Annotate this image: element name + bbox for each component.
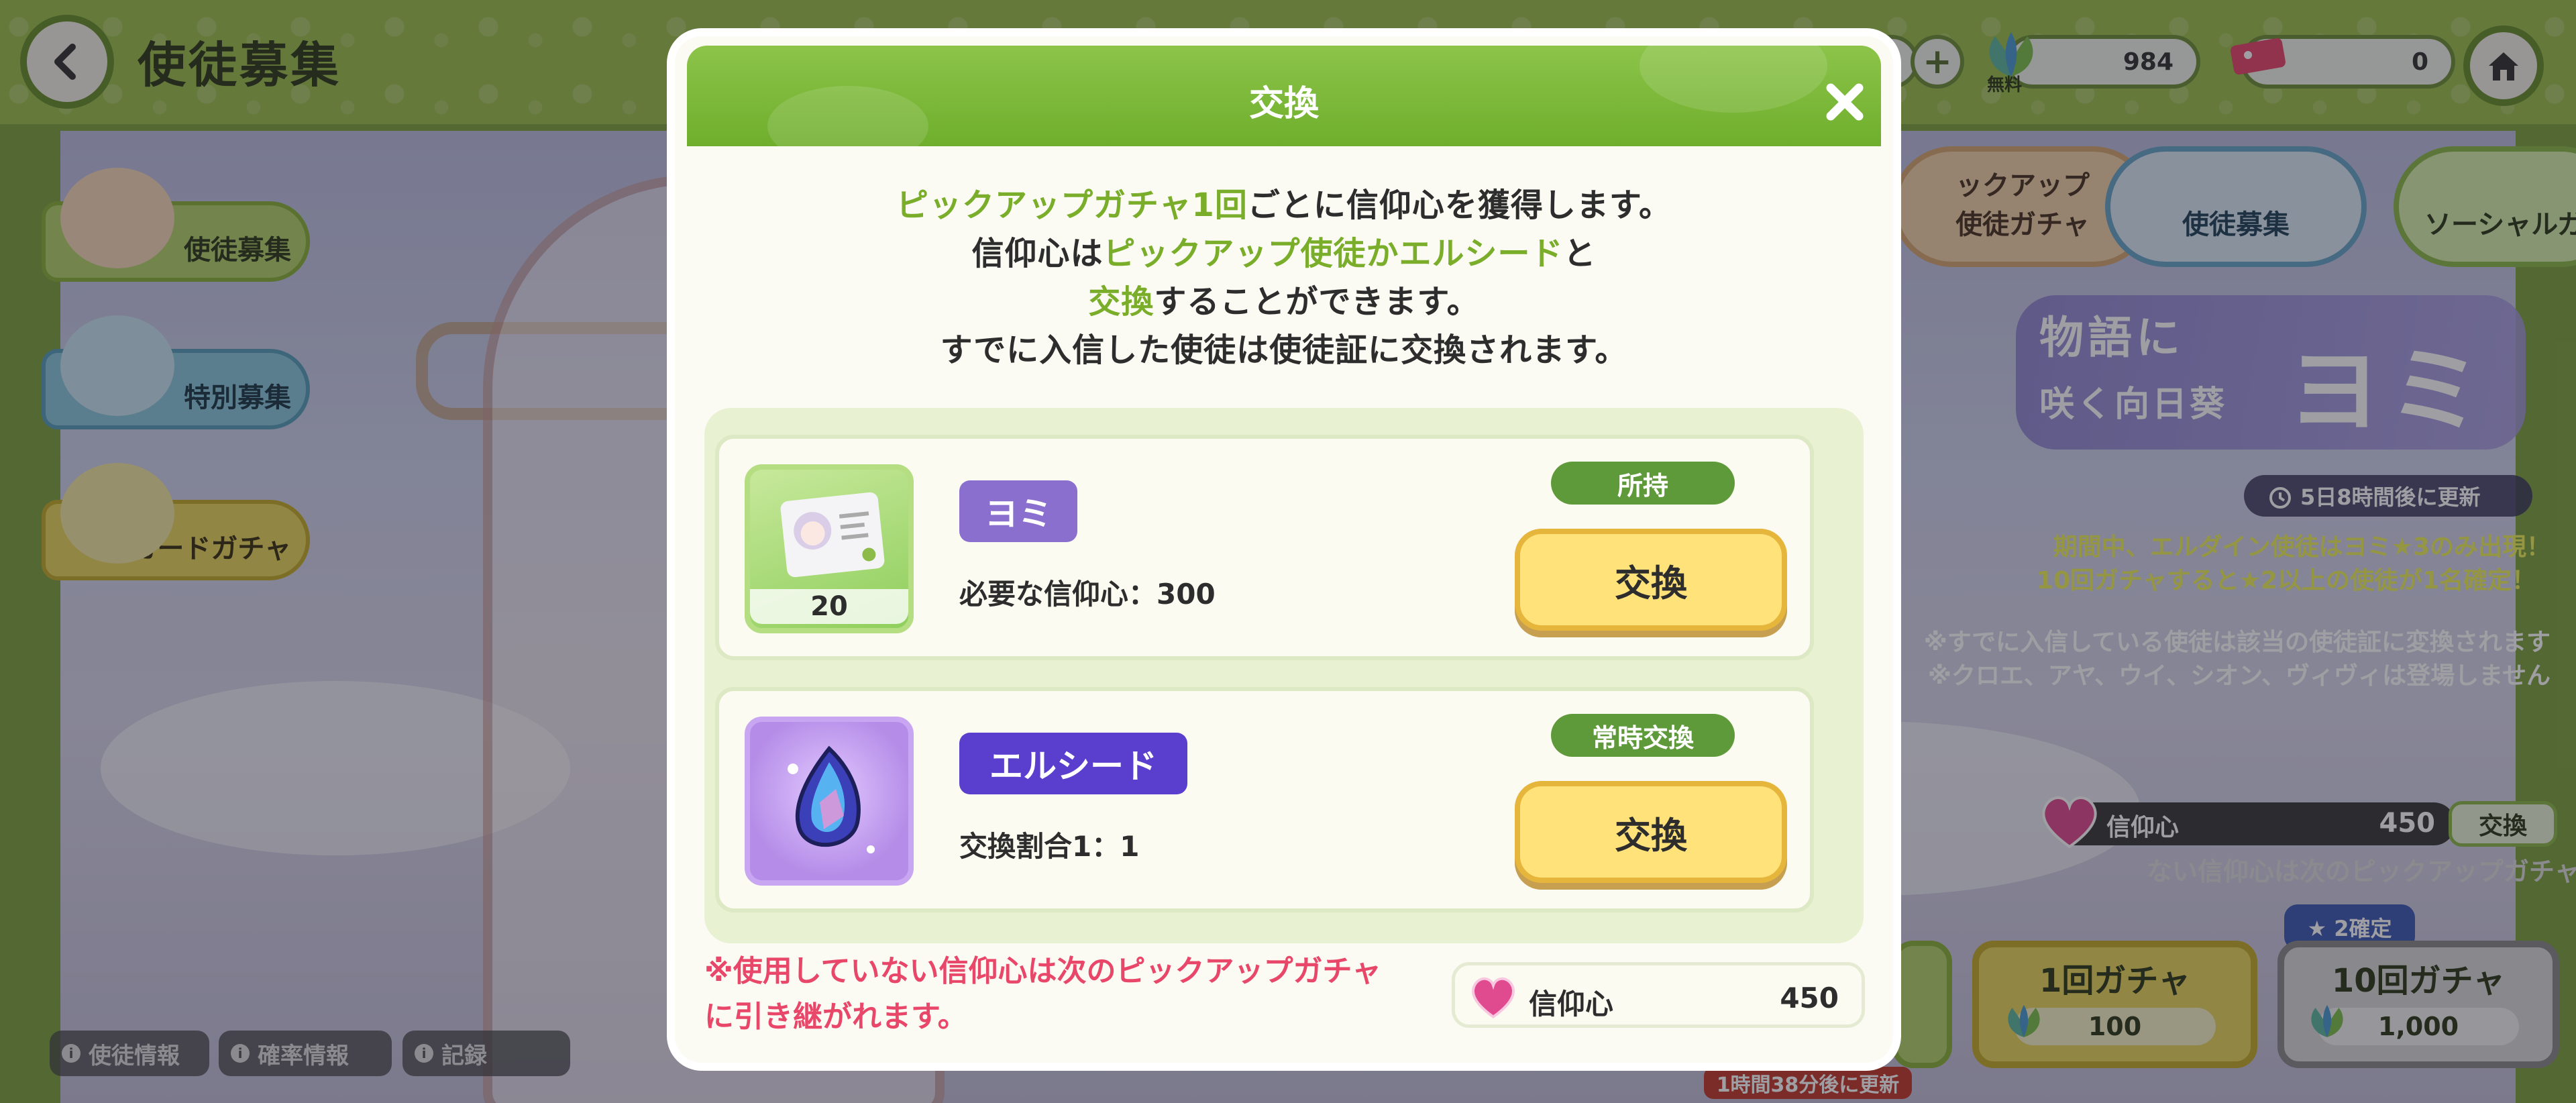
gem-icon xyxy=(745,717,914,886)
faith-balance: 信仰心 450 xyxy=(1452,962,1865,1028)
description-highlight: ピックアップガチャ1回 xyxy=(896,187,1248,224)
heart-icon xyxy=(1472,977,1515,1018)
faith-balance-label: 信仰心 xyxy=(1529,988,1614,1020)
modal-header: 交換 xyxy=(687,46,1881,146)
description-text: することができます。 xyxy=(1154,283,1480,321)
required-faith-text: 必要な信仰心：300 xyxy=(959,578,1216,611)
screen: 使徒募集 0 + 984 無料 0 使徒募集 特別募集 カードガチャ ックアップ… xyxy=(0,0,2576,1103)
item-name-tag: エルシード xyxy=(959,733,1187,794)
description-line: すでに入信した使徒は使徒証に交換されます。 xyxy=(940,331,1628,369)
close-button[interactable] xyxy=(1817,74,1873,130)
note-line: ※使用していない信仰心は次のピックアップガチャ xyxy=(704,954,1382,988)
carry-over-note: ※使用していない信仰心は次のピックアップガチャ に引き継がれます。 xyxy=(704,949,1442,1040)
description-line: ピックアップガチャ1回ごとに信仰心を獲得します。 xyxy=(675,178,1893,225)
apostle-card-image xyxy=(780,491,885,578)
faith-balance-value: 450 xyxy=(1780,982,1839,1014)
modal-title: 交換 xyxy=(1248,84,1319,124)
always-exchange-badge: 常時交換 xyxy=(1551,714,1735,757)
exchange-yomi-button[interactable]: 交換 xyxy=(1515,529,1787,631)
description-text: ごとに信仰心を獲得します。 xyxy=(1247,187,1672,224)
yomi-card-thumbnail: 20 xyxy=(745,464,914,633)
item-count: 20 xyxy=(750,589,908,624)
description-text: と xyxy=(1563,235,1597,272)
close-icon xyxy=(1826,83,1864,121)
exchange-item-yomi: 20 ヨミ 必要な信仰心：300 所持 交換 xyxy=(715,435,1814,660)
description-line: 交換することができます。 xyxy=(675,275,1893,322)
exchange-modal: 交換 ピックアップガチャ1回ごとに信仰心を獲得します。 信仰心はピックアップ使徒… xyxy=(675,36,1893,1063)
item-name-tag: ヨミ xyxy=(959,480,1077,542)
exchange-item-elseed: エルシード 交換割合1：1 常時交換 交換 xyxy=(715,687,1814,912)
description-line: 信仰心はピックアップ使徒かエルシードと xyxy=(675,227,1893,274)
exchange-elseed-button[interactable]: 交換 xyxy=(1515,781,1787,883)
owned-status-badge: 所持 xyxy=(1551,462,1735,505)
exchange-ratio-text: 交換割合1：1 xyxy=(959,830,1140,863)
note-line: に引き継がれます。 xyxy=(704,1000,967,1034)
description-highlight: 交換 xyxy=(1088,283,1155,321)
description-text: 信仰心は xyxy=(971,235,1104,272)
description-highlight: ピックアップ使徒かエルシード xyxy=(1103,235,1564,272)
